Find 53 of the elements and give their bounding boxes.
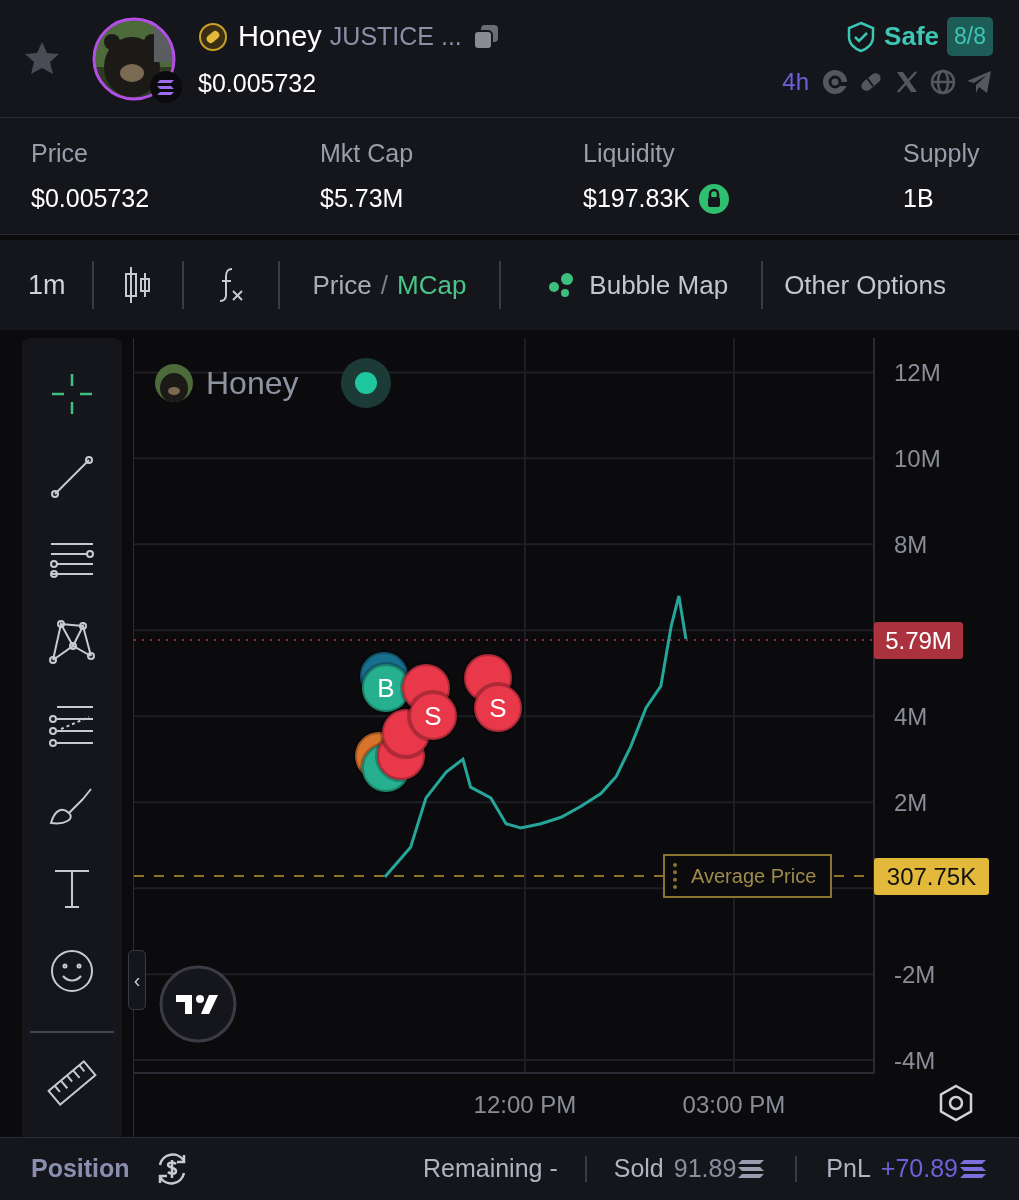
token-age: 4h	[782, 67, 809, 97]
globe-icon[interactable]	[929, 68, 957, 96]
price-tag: 307.75K	[874, 858, 989, 895]
price-mode-tab[interactable]: Price	[312, 265, 372, 305]
pill-icon	[198, 21, 228, 52]
remaining-text: Remaining -	[422, 1153, 558, 1185]
y-axis-label: -2M	[894, 961, 936, 989]
position-title: Position	[31, 1153, 130, 1185]
solana-badge-icon	[150, 70, 182, 103]
y-axis-label: -4M	[894, 1047, 936, 1075]
sold-value: 91.89	[673, 1153, 737, 1185]
x-axis-label: 12:00 PM	[473, 1091, 577, 1118]
average-price-label: Average Price	[663, 854, 833, 898]
sol-icon	[736, 1158, 767, 1180]
paper-plane-icon[interactable]	[965, 68, 993, 96]
stat-value: $197.83K	[583, 183, 691, 214]
collapse-toolbar-button[interactable]: ‹	[128, 950, 146, 1010]
token-price: $0.005732	[198, 67, 318, 99]
at-icon[interactable]	[821, 68, 849, 96]
stat-label: Price	[31, 137, 89, 169]
price-tag: 5.79M	[874, 622, 963, 659]
candlestick-icon	[122, 265, 153, 305]
tradingview-logo-icon[interactable]	[159, 965, 237, 1043]
y-axis-label: 8M	[894, 531, 928, 559]
y-axis-label: 12M	[894, 359, 941, 387]
toggle-separator: /	[380, 268, 388, 302]
sold-label: Sold	[613, 1153, 664, 1185]
interval-button[interactable]: 1m	[0, 264, 92, 306]
ruler-icon	[47, 1057, 97, 1108]
stat-value: $0.005732	[31, 183, 150, 214]
legend-title: Honey	[206, 364, 299, 403]
price-mode-tab[interactable]: MCap	[397, 265, 467, 305]
pnl-value: +70.89	[880, 1153, 958, 1185]
safety-score: 8/8	[947, 17, 993, 56]
pnl-label: PnL	[826, 1153, 871, 1185]
safety-label: Safe	[884, 20, 939, 53]
bubbles-icon	[547, 271, 576, 299]
sol-icon	[958, 1158, 988, 1180]
token-subtitle: JUSTICE ...	[329, 21, 462, 52]
stat-value: $5.73M	[320, 183, 404, 214]
bubble-map-button[interactable]: Bubble Map	[501, 265, 762, 305]
stat-value: 1B	[903, 183, 934, 214]
y-axis-label: 10M	[894, 445, 941, 473]
stat-label: Supply	[903, 137, 981, 169]
y-axis-label: 2M	[894, 789, 928, 817]
stat-label: Liquidity	[583, 137, 676, 169]
x-axis-label: 03:00 PM	[682, 1091, 786, 1118]
shield-check-icon	[846, 20, 877, 53]
y-axis-label: 4M	[894, 703, 928, 731]
token-name: Honey	[238, 19, 322, 54]
status-dot-icon	[340, 358, 391, 408]
stat-label: Mkt Cap	[320, 137, 415, 169]
other-options-button[interactable]: Other Options	[763, 265, 946, 305]
